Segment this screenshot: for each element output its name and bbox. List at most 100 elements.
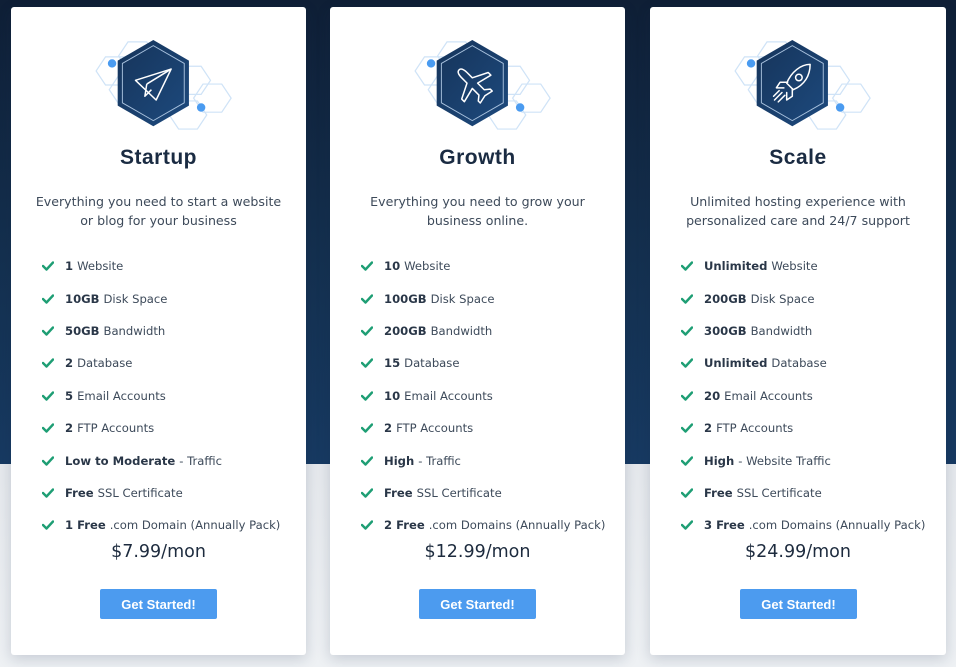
check-icon xyxy=(361,391,373,401)
feature-item: 1 Free .com Domain (Annually Pack) xyxy=(42,509,280,541)
feature-value: 300GB xyxy=(704,323,747,338)
plan-description: Everything you need to start a website o… xyxy=(35,194,282,228)
feature-label: Website xyxy=(771,259,818,274)
check-icon xyxy=(681,488,693,498)
feature-value: 2 xyxy=(65,421,74,436)
feature-label: Database xyxy=(771,356,827,371)
feature-label: FTP Accounts xyxy=(77,421,155,436)
feature-item: 1 Website xyxy=(42,250,280,282)
feature-label: Email Accounts xyxy=(724,388,813,403)
feature-label: Website xyxy=(404,259,451,274)
feature-item: 2 Free .com Domains (Annually Pack) xyxy=(361,509,605,541)
check-icon xyxy=(681,293,693,304)
feature-label: FTP Accounts xyxy=(396,421,474,436)
feature-value: 50GB xyxy=(65,323,100,338)
check-icon xyxy=(42,293,54,304)
plan-description: Everything you need to grow your busines… xyxy=(370,194,585,228)
plan-title: Scale xyxy=(769,146,827,169)
feature-value: 2 xyxy=(65,356,74,371)
feature-list: Unlimited Website 200GB Disk Space 300GB Band… xyxy=(681,250,925,542)
feature-value: Low to Moderate xyxy=(65,453,176,468)
feature-value: 2 xyxy=(384,421,393,436)
feature-value: High xyxy=(704,453,735,468)
plan-card-scale: Scale Unlimited hosting experience with … xyxy=(650,7,946,655)
feature-label: Email Accounts xyxy=(404,388,493,403)
feature-item: 5 Email Accounts xyxy=(42,380,280,412)
plan-description: Unlimited hosting experience with person… xyxy=(686,194,910,228)
feature-value: 200GB xyxy=(384,323,427,338)
feature-item: 100GB Disk Space xyxy=(361,282,605,314)
feature-item: Free SSL Certificate xyxy=(361,477,605,509)
plan-badge xyxy=(414,39,551,130)
feature-value: Free xyxy=(704,485,733,500)
get-started-button[interactable]: Get Started! xyxy=(740,589,857,619)
feature-value: High xyxy=(384,453,415,468)
feature-value: 5 xyxy=(65,388,74,403)
feature-list: 1 Website 10GB Disk Space 50GB Bandwidth 2 Data… xyxy=(42,250,280,542)
feature-value: 1 xyxy=(65,259,74,274)
feature-value: 1 Free xyxy=(65,518,106,533)
feature-list: 10 Website 100GB Disk Space 200GB Bandwidth 15… xyxy=(361,250,605,542)
feature-item: Free SSL Certificate xyxy=(681,477,925,509)
check-icon xyxy=(42,261,54,271)
check-icon xyxy=(361,520,373,531)
feature-label: Disk Space xyxy=(430,291,495,306)
check-icon xyxy=(361,261,373,271)
feature-value: 10 xyxy=(384,388,401,403)
feature-item: 300GB Bandwidth xyxy=(681,315,925,347)
feature-item: 2 FTP Accounts xyxy=(361,412,605,444)
check-icon xyxy=(42,423,54,433)
feature-item: 200GB Bandwidth xyxy=(361,315,605,347)
check-icon xyxy=(361,423,373,433)
get-started-button[interactable]: Get Started! xyxy=(100,589,217,619)
feature-item: Free SSL Certificate xyxy=(42,477,280,509)
plan-badge xyxy=(734,39,871,130)
feature-value: 100GB xyxy=(384,291,427,306)
feature-value: 15 xyxy=(384,356,401,371)
feature-label: Bandwidth xyxy=(103,323,166,338)
feature-item: 50GB Bandwidth xyxy=(42,315,280,347)
plan-title: Startup xyxy=(120,146,197,169)
check-icon xyxy=(42,358,54,369)
feature-value: 10GB xyxy=(65,291,100,306)
feature-item: 15 Database xyxy=(361,347,605,379)
check-icon xyxy=(681,423,693,433)
feature-item: High - Traffic xyxy=(361,444,605,476)
feature-label: FTP Accounts xyxy=(716,421,794,436)
feature-label: Bandwidth xyxy=(430,323,493,338)
feature-label: .com Domains (Annually Pack) xyxy=(428,518,606,533)
feature-label: .com Domains (Annually Pack) xyxy=(748,518,926,533)
feature-label: SSL Certificate xyxy=(736,485,822,500)
feature-value: Free xyxy=(384,485,413,500)
feature-item: 10GB Disk Space xyxy=(42,282,280,314)
feature-label: SSL Certificate xyxy=(416,485,502,500)
feature-item: Unlimited Database xyxy=(681,347,925,379)
check-icon xyxy=(361,455,373,466)
feature-item: 2 Database xyxy=(42,347,280,379)
plan-title: Growth xyxy=(439,146,516,169)
plan-badge xyxy=(95,39,232,130)
get-started-button[interactable]: Get Started! xyxy=(419,589,536,619)
feature-value: Unlimited xyxy=(704,356,768,371)
feature-label: - Website Traffic xyxy=(738,453,831,468)
feature-value: Free xyxy=(65,485,94,500)
feature-label: Email Accounts xyxy=(77,388,166,403)
feature-item: High - Website Traffic xyxy=(681,444,925,476)
feature-label: Database xyxy=(404,356,460,371)
feature-label: Disk Space xyxy=(750,291,815,306)
feature-item: 3 Free .com Domains (Annually Pack) xyxy=(681,509,925,541)
feature-label: Bandwidth xyxy=(750,323,813,338)
feature-value: 3 Free xyxy=(704,518,745,533)
feature-label: Website xyxy=(77,259,124,274)
feature-label: Disk Space xyxy=(103,291,168,306)
check-icon xyxy=(42,391,54,401)
check-icon xyxy=(681,455,693,466)
feature-label: - Traffic xyxy=(418,453,461,468)
feature-value: 20 xyxy=(704,388,721,403)
feature-item: Low to Moderate - Traffic xyxy=(42,444,280,476)
feature-value: Unlimited xyxy=(704,259,768,274)
check-icon xyxy=(42,326,54,336)
feature-item: 2 FTP Accounts xyxy=(42,412,280,444)
check-icon xyxy=(361,293,373,304)
feature-item: 200GB Disk Space xyxy=(681,282,925,314)
